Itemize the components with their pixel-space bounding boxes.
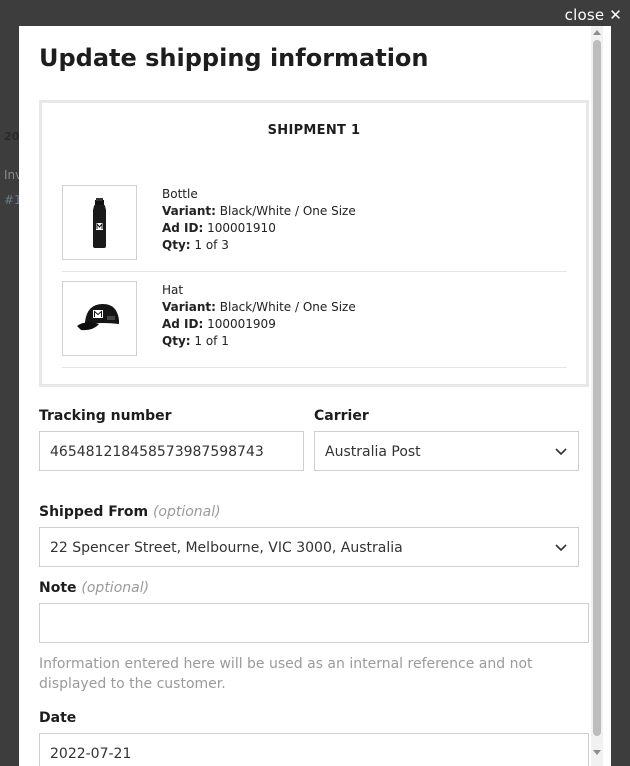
optional-hint: (optional) [152,504,221,520]
chevron-down-icon [555,448,567,456]
optional-hint: (optional) [81,580,150,596]
adid-label: Ad ID: [162,221,204,235]
item-variant: Black/White / One Size [219,204,356,218]
item-details: Bottle Variant: Black/White / One Size A… [162,186,356,254]
variant-label: Variant: [162,204,216,218]
modal-title: Update shipping information [39,44,429,72]
carrier-select[interactable]: Australia Post [314,431,579,471]
qty-label: Qty: [162,238,191,252]
shipment-title: SHIPMENT 1 [267,123,361,138]
close-button[interactable]: close ✕ [565,6,622,24]
shipment-item: Bottle Variant: Black/White / One Size A… [62,176,567,272]
note-input[interactable] [39,603,589,643]
shipped-from-select[interactable]: 22 Spencer Street, Melbourne, VIC 3000, … [39,527,579,567]
item-qty: 1 of 1 [194,334,229,348]
modal-scrollbar[interactable] [591,26,603,766]
scroll-thumb[interactable] [593,40,601,736]
shipped-from-value: 22 Spencer Street, Melbourne, VIC 3000, … [50,540,403,556]
adid-label: Ad ID: [162,317,204,331]
shipping-modal: Update shipping information SHIPMENT 1 B… [19,26,611,766]
scroll-up-arrow-icon[interactable] [593,30,601,35]
item-details: Hat Variant: Black/White / One Size Ad I… [162,282,356,350]
date-input[interactable]: 2022-07-21 [39,733,589,766]
tracking-number-input[interactable]: 465481218458573987598743 [39,431,304,471]
scroll-down-arrow-icon[interactable] [593,750,601,755]
carrier-value: Australia Post [325,444,421,460]
note-label: Note (optional) [39,580,149,596]
background-text: 20 [4,130,20,143]
shipment-box: SHIPMENT 1 Bottle Variant: Black/White /… [39,100,589,387]
item-variant: Black/White / One Size [219,300,356,314]
shipped-from-label: Shipped From (optional) [39,504,221,520]
shipped-from-label-text: Shipped From [39,504,149,520]
variant-label: Variant: [162,300,216,314]
item-name: Bottle [162,187,198,201]
note-help-text: Information entered here will be used as… [39,656,533,692]
item-qty: 1 of 3 [194,238,229,252]
qty-label: Qty: [162,334,191,348]
carrier-label: Carrier [314,408,369,424]
chevron-down-icon [555,544,567,552]
bottle-image [62,185,137,260]
item-adid: 100001910 [207,221,276,235]
date-label: Date [39,710,77,726]
cap-image [62,281,137,356]
shipment-item: Hat Variant: Black/White / One Size Ad I… [62,272,567,368]
item-adid: 100001909 [207,317,276,331]
tracking-label: Tracking number [39,408,172,424]
item-name: Hat [162,283,184,297]
note-label-text: Note [39,580,77,596]
